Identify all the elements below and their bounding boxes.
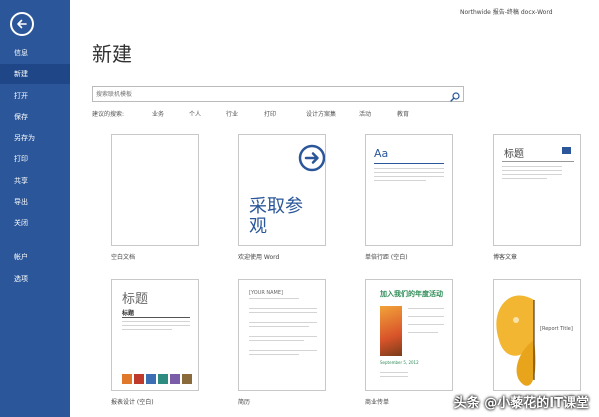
template-single-spaced[interactable]: Aa bbox=[365, 134, 453, 246]
sidebar-item-new[interactable]: 新建 bbox=[0, 64, 70, 84]
report-subtitle: 标题 bbox=[122, 310, 135, 317]
search-button[interactable] bbox=[449, 88, 461, 102]
resume-name: [YOUR NAME] bbox=[249, 290, 283, 296]
sidebar-item-label: 保存 bbox=[14, 113, 28, 121]
sidebar-item-account[interactable]: 帐户 bbox=[0, 247, 70, 267]
suggested-link-events[interactable]: 活动 bbox=[359, 109, 371, 118]
document-title: Northwide 报告-终稿 docx-Word bbox=[460, 9, 553, 16]
butterfly-image bbox=[496, 295, 536, 386]
sidebar-item-open[interactable]: 打开 bbox=[0, 86, 70, 106]
sidebar-item-label: 关闭 bbox=[14, 219, 28, 227]
sidebar-item-label: 共享 bbox=[14, 177, 28, 185]
sidebar-item-label: 选项 bbox=[14, 275, 28, 283]
main-area: Northwide 报告-终稿 docx-Word 新建 建议的搜索: 业务 个… bbox=[70, 0, 599, 417]
back-button[interactable] bbox=[10, 12, 34, 36]
suggested-link-industry[interactable]: 行业 bbox=[226, 109, 238, 118]
template-welcome[interactable]: 采取参观 bbox=[238, 134, 326, 246]
template-label: 简历 bbox=[238, 399, 251, 406]
template-search bbox=[92, 86, 464, 102]
sidebar-item-label: 帐户 bbox=[14, 253, 28, 261]
template-resume[interactable]: [YOUR NAME] bbox=[238, 279, 326, 391]
sidebar-item-close[interactable]: 关闭 bbox=[0, 213, 70, 233]
watermark: 头条 @小藜花的IT课堂 bbox=[453, 396, 589, 411]
sidebar-item-save-as[interactable]: 另存为 bbox=[0, 128, 70, 148]
flyer-date: September 5, 2012 bbox=[380, 360, 419, 365]
sidebar-item-info[interactable]: 信息 bbox=[0, 43, 70, 63]
sidebar-item-export[interactable]: 导出 bbox=[0, 192, 70, 212]
template-label: 单倍行距 (空白) bbox=[365, 254, 408, 261]
template-report-butterfly[interactable]: [Report Title] bbox=[493, 279, 581, 391]
suggested-link-design-sets[interactable]: 设计方案集 bbox=[306, 109, 336, 118]
sidebar-item-save[interactable]: 保存 bbox=[0, 107, 70, 127]
template-blog-post[interactable]: 标题 bbox=[493, 134, 581, 246]
sidebar-item-label: 信息 bbox=[14, 49, 28, 57]
page-title: 新建 bbox=[92, 42, 132, 66]
sidebar-item-label: 导出 bbox=[14, 198, 28, 206]
sidebar-item-label: 打印 bbox=[14, 155, 28, 163]
sidebar-item-label: 新建 bbox=[14, 70, 28, 78]
backstage-sidebar: 信息 新建 打开 保存 另存为 打印 共享 导出 关闭 帐户 选项 bbox=[0, 0, 70, 417]
swatch-row bbox=[122, 374, 196, 384]
sidebar-item-share[interactable]: 共享 bbox=[0, 171, 70, 191]
sidebar-item-print[interactable]: 打印 bbox=[0, 149, 70, 169]
search-input[interactable] bbox=[96, 88, 436, 100]
template-label: 空白文档 bbox=[111, 254, 136, 261]
suggested-label: 建议的搜索: bbox=[92, 111, 125, 118]
sidebar-item-label: 打开 bbox=[14, 92, 28, 100]
flyer-photo bbox=[380, 306, 402, 356]
report-title-placeholder: [Report Title] bbox=[540, 326, 573, 332]
suggested-link-personal[interactable]: 个人 bbox=[189, 109, 201, 118]
word-backstage: 信息 新建 打开 保存 另存为 打印 共享 导出 关闭 帐户 选项 Northw… bbox=[0, 0, 599, 417]
template-label: 欢迎使用 Word bbox=[238, 254, 280, 261]
template-business-flyer[interactable]: 加入我们的年度活动 September 5, 2012 bbox=[365, 279, 453, 391]
template-label: 商业传单 bbox=[365, 399, 390, 406]
template-label: 报表设计 (空白) bbox=[111, 399, 154, 406]
font-sample: Aa bbox=[374, 147, 389, 160]
suggested-link-education[interactable]: 教育 bbox=[397, 109, 409, 118]
sidebar-item-label: 另存为 bbox=[14, 134, 35, 142]
arrow-right-circle-icon bbox=[298, 144, 325, 172]
template-report-design[interactable]: 标题 标题 bbox=[111, 279, 199, 391]
suggested-link-business[interactable]: 业务 bbox=[152, 109, 164, 118]
suggested-link-print[interactable]: 打印 bbox=[264, 109, 276, 118]
blog-icon bbox=[562, 147, 571, 154]
search-icon bbox=[450, 92, 460, 102]
back-arrow-icon bbox=[17, 19, 27, 29]
template-blank[interactable] bbox=[111, 134, 199, 246]
report-title: 标题 bbox=[122, 292, 149, 307]
flyer-title: 加入我们的年度活动 bbox=[380, 290, 443, 298]
sidebar-item-options[interactable]: 选项 bbox=[0, 269, 70, 289]
welcome-heading: 采取参观 bbox=[249, 196, 303, 237]
template-label: 博客文章 bbox=[493, 254, 518, 261]
blog-title: 标题 bbox=[504, 149, 524, 160]
